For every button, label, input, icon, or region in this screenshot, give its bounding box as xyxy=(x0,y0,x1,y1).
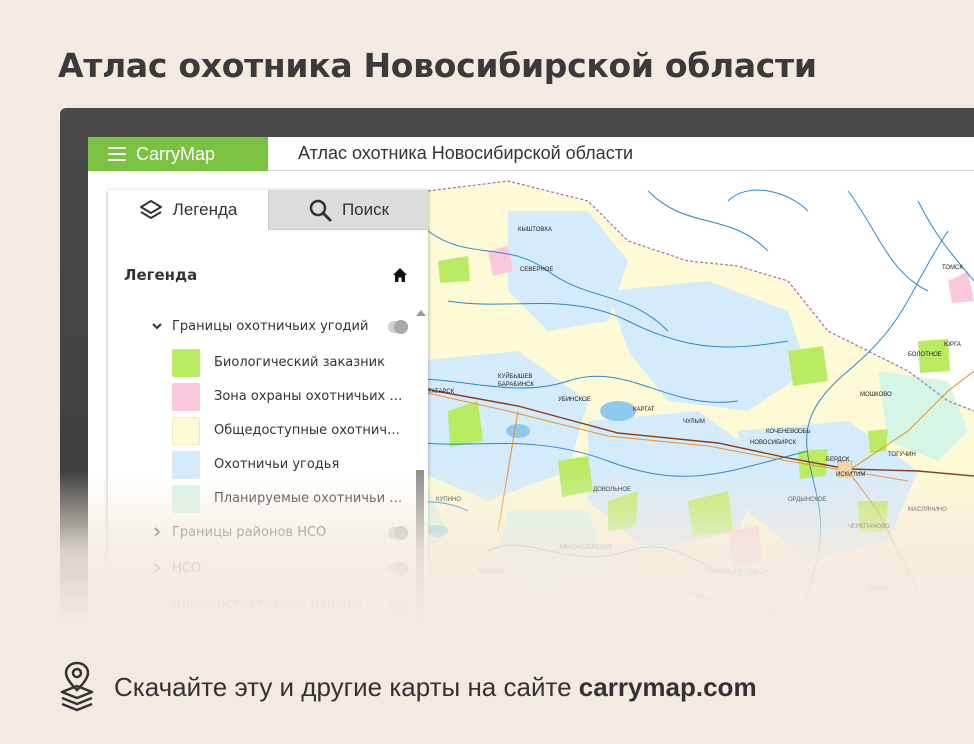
legend-panel: Легенда Поиск Легенда Границы охотничьих… xyxy=(108,190,428,657)
town-label: КОЧЕНЕВО xyxy=(766,429,799,435)
scroll-up-arrow-icon[interactable] xyxy=(416,310,426,316)
town-label: НОВОСИБИРСК xyxy=(750,440,797,446)
scrollbar-thumb[interactable] xyxy=(416,470,424,657)
town-label: МОШКОВО xyxy=(860,392,892,398)
town-label: ДОВОЛЬНОЕ xyxy=(593,487,631,493)
town-label: КАМЕНЬ-НА-ОБИ xyxy=(708,569,758,575)
app-bar: CarryMap Атлас охотника Новосибирской об… xyxy=(88,137,974,171)
town-label: КРАСНОЗЕРСКОЕ xyxy=(560,545,612,551)
chevron-right-icon[interactable] xyxy=(150,525,164,539)
lake-3 xyxy=(428,525,448,537)
search-icon xyxy=(309,199,332,221)
legend-swatch xyxy=(172,451,200,479)
legend-item: Планируемые охотничьи угодья xyxy=(108,482,420,516)
town-label: КЫШТОВКА xyxy=(518,227,552,233)
legend-item-label: Общедоступные охотничьи угодья xyxy=(214,423,404,438)
town-label: ЮРГА xyxy=(944,342,961,348)
promo-banner: Скачайте эту и другие карты на сайте car… xyxy=(58,660,757,714)
legend-swatch xyxy=(172,417,200,445)
lake-2 xyxy=(506,424,530,438)
layer-visibility-toggle[interactable] xyxy=(388,634,408,648)
layer-row-other-regions[interactable]: Другие регионы xyxy=(108,624,420,657)
page-title: Атлас охотника Новосибирской области xyxy=(58,46,817,85)
tab-search[interactable]: Поиск xyxy=(268,190,428,230)
town-label: ИСКИТИМ xyxy=(836,472,865,478)
town-label: БАРАБИНСК xyxy=(498,382,534,388)
town-label: ТАТАРСК xyxy=(428,389,455,395)
zone-pink-2 xyxy=(728,526,763,566)
town-label: БОЛОТНОЕ xyxy=(908,352,942,358)
legend-item-label: Охотничьи угодья xyxy=(214,457,340,472)
legend-item-label: Биологический заказник xyxy=(214,355,385,370)
legend-item: Общедоступные охотничьи угодья xyxy=(108,414,420,448)
town-label: ТОГУЧИН xyxy=(888,452,916,458)
brand-menu-button[interactable]: CarryMap xyxy=(88,137,268,171)
reserve-2 xyxy=(558,456,593,497)
promo-link[interactable]: carrymap.com xyxy=(579,672,757,702)
reserve-8 xyxy=(868,429,888,453)
map-pin-stack-icon xyxy=(60,661,94,712)
home-icon[interactable] xyxy=(392,267,408,283)
reserve-4 xyxy=(788,346,828,386)
brand-label: CarryMap xyxy=(136,143,216,164)
legend-item: Охотничьи угодья xyxy=(108,448,420,482)
town-label: КУЙБЫШЕВ xyxy=(498,372,532,380)
legend-heading: Легенда xyxy=(124,266,198,284)
layer-label: Границы районов НСО xyxy=(172,525,327,540)
app-screen: СЕВЕРНОЕ КУЙБЫШЕВ БАРАБИНСК ТАТАРСК КАРГ… xyxy=(88,137,974,657)
legend-item: Зона охраны охотничьих ресурсов xyxy=(108,380,420,414)
legend-swatch xyxy=(172,383,200,411)
legend-header: Легенда xyxy=(124,266,408,284)
town-label: УБИНСКОЕ xyxy=(558,397,591,403)
layers-icon xyxy=(139,200,162,219)
tab-legend[interactable]: Легенда xyxy=(108,190,268,230)
layer-label: Административные районы (п... xyxy=(172,597,382,612)
chevron-down-icon[interactable] xyxy=(150,319,164,333)
hamburger-icon[interactable] xyxy=(108,147,126,161)
legend-swatch xyxy=(172,485,200,513)
town-label: КАРГАТ xyxy=(633,407,655,413)
chevron-right-icon[interactable] xyxy=(130,633,144,647)
panel-tabs: Легенда Поиск xyxy=(108,190,428,230)
layer-visibility-toggle[interactable] xyxy=(388,320,408,334)
town-label: ОРДЫНСКОЕ xyxy=(788,497,826,503)
legend-swatch xyxy=(172,349,200,377)
chevron-right-icon[interactable] xyxy=(150,561,164,575)
legend-item-label: Зона охраны охотничьих ресурсов xyxy=(214,389,404,404)
town-label: МАСЛЯНИНО xyxy=(908,507,947,513)
app-title: Атлас охотника Новосибирской области xyxy=(298,143,633,163)
tab-search-label: Поиск xyxy=(341,199,390,219)
layer-row-hunting-boundaries[interactable]: Границы охотничьих угодий xyxy=(108,310,420,346)
layer-row-district-boundaries[interactable]: Границы районов НСО xyxy=(108,516,420,552)
legend-item-label: Планируемые охотничьи угодья xyxy=(214,491,404,506)
town-label: БЕРДСК xyxy=(826,457,850,463)
layer-label: НСО xyxy=(172,561,202,576)
layer-row-nso[interactable]: НСО xyxy=(108,552,420,588)
tab-legend-label: Легенда xyxy=(172,200,238,219)
town-label: ОБЬ xyxy=(798,429,811,435)
town-label: СЕВЕРНОЕ xyxy=(520,267,553,273)
town-label: ЧУЛЫМ xyxy=(683,419,705,425)
layer-list: Границы охотничьих угодий Биологический … xyxy=(108,310,420,657)
layer-label: Границы охотничьих угодий xyxy=(172,319,369,334)
promo-text: Скачайте эту и другие карты на сайте car… xyxy=(114,672,757,703)
promo-text-main: Скачайте эту и другие карты на сайте xyxy=(114,671,572,702)
town-label: КУПИНО xyxy=(436,497,461,503)
layer-visibility-toggle[interactable] xyxy=(388,526,408,540)
layer-visibility-toggle[interactable] xyxy=(388,562,408,576)
layer-row-admin-districts[interactable]: Административные районы (п... xyxy=(108,588,420,624)
scrollbar[interactable] xyxy=(416,310,426,657)
layer-visibility-toggle[interactable] xyxy=(388,598,408,612)
lake-1 xyxy=(600,401,636,421)
town-label: СУЗУН xyxy=(868,587,888,593)
legend-item: Биологический заказник xyxy=(108,346,420,380)
town-label: ТОМСК xyxy=(942,265,963,271)
layer-label: Другие регионы xyxy=(152,633,264,648)
town-label: ЧЕРЕПАНОВО xyxy=(848,524,890,530)
town-label: КАРАСУК xyxy=(478,569,505,575)
